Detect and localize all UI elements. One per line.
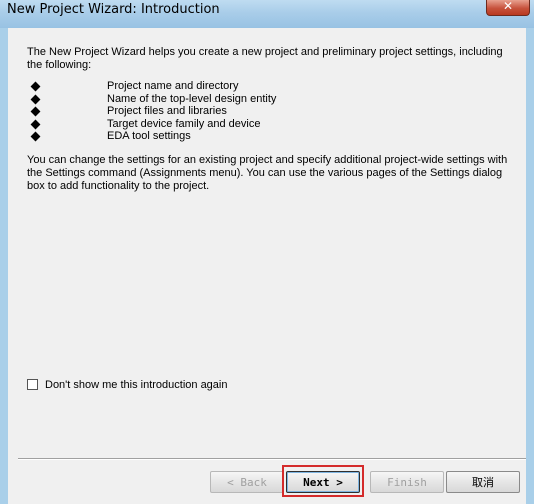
next-button[interactable]: Next > [286,471,360,493]
bullet-icon [30,119,41,129]
feature-text: Target device family and device [107,117,261,130]
list-item: Project files and libraries [27,105,517,118]
bullet-icon [30,106,41,117]
dont-show-checkbox[interactable] [27,379,38,390]
dont-show-label[interactable]: Don't show me this introduction again [45,378,227,392]
feature-text: Name of the top-level design entity [107,92,277,105]
feature-list: Project name and directory Name of the t… [27,80,517,143]
dialog-body: The New Project Wizard helps you create … [8,28,526,504]
bullet-icon [30,131,41,142]
title-bar[interactable]: New Project Wizard: Introduction ✕ [0,0,534,28]
bullet-icon [30,94,41,104]
button-separator [18,458,526,460]
list-item: Target device family and device [27,118,517,131]
window-title: New Project Wizard: Introduction [7,2,220,17]
list-item: Name of the top-level design entity [27,93,517,106]
intro-content: The New Project Wizard helps you create … [27,46,517,193]
back-button[interactable]: < Back [210,471,284,493]
feature-text: EDA tool settings [107,130,191,142]
close-button[interactable]: ✕ [486,0,530,16]
feature-text: Project files and libraries [107,105,227,117]
close-icon: ✕ [503,0,514,13]
bullet-icon [30,81,41,92]
feature-text: Project name and directory [107,80,239,92]
finish-button[interactable]: Finish [370,471,444,493]
intro-text: The New Project Wizard helps you create … [27,46,503,71]
settings-note-text: You can change the settings for an exist… [27,153,508,192]
list-item: Project name and directory [27,80,517,93]
cancel-button[interactable]: 取消 [446,471,520,493]
list-item: EDA tool settings [27,130,517,143]
